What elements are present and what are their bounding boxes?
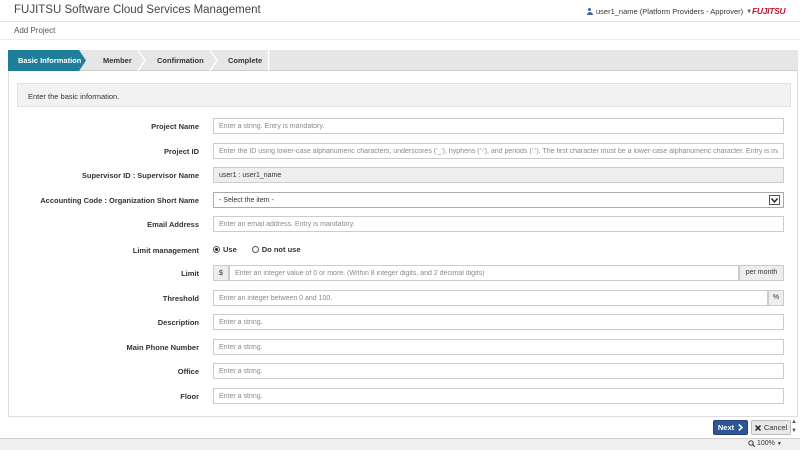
wizard-steps: Basic Information Member Confirmation Co…: [8, 50, 798, 71]
project-name-label: Project Name: [151, 122, 199, 131]
magnifier-icon: [748, 440, 755, 447]
row-project-id: Project ID: [9, 143, 799, 159]
floor-label: Floor: [180, 392, 199, 401]
row-accounting: Accounting Code : Organization Short Nam…: [9, 192, 799, 208]
description-input[interactable]: [213, 314, 784, 330]
row-phone: Main Phone Number: [9, 339, 799, 355]
accounting-label: Accounting Code : Organization Short Nam…: [40, 196, 199, 205]
percent-suffix: %: [768, 290, 784, 306]
page-header: Add Project: [0, 22, 800, 40]
row-project-name: Project Name: [9, 118, 799, 134]
phone-label: Main Phone Number: [126, 343, 199, 352]
office-label: Office: [177, 367, 199, 376]
row-description: Description: [9, 314, 799, 330]
limit-management-label: Limit management: [132, 246, 199, 255]
next-button[interactable]: Next: [713, 420, 748, 435]
close-icon: [754, 424, 761, 431]
description-label: Description: [157, 318, 199, 327]
limit-management-radios: Use Do not use: [213, 245, 316, 254]
supervisor-label: Supervisor ID : Supervisor Name: [81, 171, 199, 180]
user-icon: [586, 8, 593, 15]
user-name: user1_name (Platform Providers - Approve…: [596, 7, 744, 16]
scroll-down-arrow[interactable]: ▼: [791, 428, 797, 434]
threshold-input[interactable]: [213, 290, 768, 306]
fujitsu-logo: FUJITSU: [752, 6, 786, 16]
project-name-input[interactable]: [213, 118, 784, 134]
row-limit-management: Limit management Use Do not use: [9, 242, 799, 258]
user-menu[interactable]: user1_name (Platform Providers - Approve…: [586, 7, 752, 16]
project-id-label: Project ID: [163, 147, 199, 156]
phone-input[interactable]: [213, 339, 784, 355]
zoom-level: 100%: [757, 440, 775, 447]
email-label: Email Address: [147, 220, 199, 229]
footer-bar: Next Cancel: [0, 417, 800, 438]
office-input[interactable]: [213, 363, 784, 379]
chevron-down-icon: [769, 195, 780, 205]
chevron-right-icon: [738, 424, 744, 431]
cancel-button[interactable]: Cancel: [751, 420, 791, 435]
step-separator: [137, 50, 147, 71]
supervisor-value: user1 : user1_name: [213, 167, 784, 183]
step-basic-information: Basic Information: [8, 50, 86, 71]
page-title: Add Project: [14, 26, 56, 35]
info-box: Enter the basic information.: [17, 83, 791, 107]
dollar-prefix: $: [213, 265, 229, 281]
radio-use[interactable]: [213, 246, 220, 253]
next-button-label: Next: [717, 423, 735, 432]
row-threshold: Threshold %: [9, 290, 799, 306]
form-panel: Enter the basic information. Project Nam…: [8, 71, 798, 417]
row-floor: Floor: [9, 388, 799, 404]
step-separator: [209, 50, 219, 71]
step-confirmation: Confirmation: [157, 56, 204, 65]
caret-down-icon: ▼: [776, 440, 782, 447]
per-month-suffix: per month: [739, 265, 784, 281]
threshold-label: Threshold: [162, 294, 199, 303]
accounting-select-value: - Select the item -: [219, 197, 274, 204]
status-bar: 100% ▼: [0, 438, 800, 450]
email-input[interactable]: [213, 216, 784, 232]
scroll-up-arrow[interactable]: ▲: [791, 419, 797, 425]
app-title: FUJITSU Software Cloud Services Manageme…: [14, 4, 261, 16]
radio-do-not-use-label[interactable]: Do not use: [262, 245, 301, 254]
radio-do-not-use[interactable]: [251, 246, 259, 253]
step-complete: Complete: [228, 56, 263, 65]
app-header: FUJITSU Software Cloud Services Manageme…: [0, 0, 800, 22]
zoom-control[interactable]: 100% ▼: [748, 440, 782, 447]
row-supervisor: Supervisor ID : Supervisor Name user1 : …: [9, 167, 799, 183]
row-email: Email Address: [9, 216, 799, 232]
row-limit: Limit $ per month: [9, 265, 799, 281]
accounting-select[interactable]: - Select the item -: [213, 192, 784, 208]
limit-input[interactable]: [229, 265, 739, 281]
floor-input[interactable]: [213, 388, 784, 404]
row-office: Office: [9, 363, 799, 379]
info-text: Enter the basic information.: [28, 92, 120, 101]
project-id-input[interactable]: [213, 143, 784, 159]
limit-label: Limit: [181, 269, 199, 278]
cancel-button-label: Cancel: [763, 423, 788, 432]
step-separator: [267, 50, 270, 71]
step-member: Member: [103, 56, 132, 65]
radio-use-label[interactable]: Use: [223, 245, 237, 254]
